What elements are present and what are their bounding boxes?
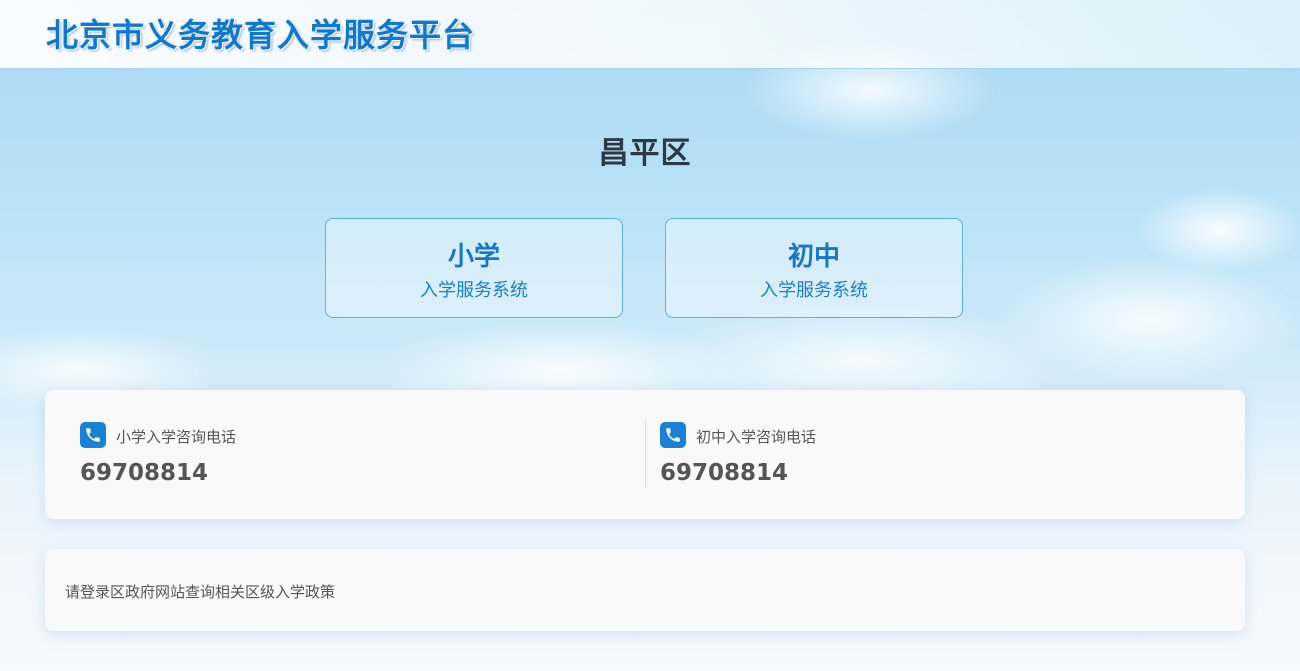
hotline-label: 初中入学咨询电话 [696, 428, 817, 446]
notice-panel: 请登录区政府网站查询相关区级入学政策 [45, 549, 1245, 631]
phone-icon [660, 422, 686, 448]
phone-icon [80, 422, 106, 448]
primary-school-title: 小学 [447, 242, 500, 272]
middle-school-title: 初中 [787, 242, 840, 272]
primary-school-system-button[interactable]: 小学 入学服务系统 [325, 218, 623, 318]
middle-school-system-button[interactable]: 初中 入学服务系统 [665, 218, 963, 318]
platform-title: 北京市义务教育入学服务平台 [46, 16, 476, 54]
divider [645, 420, 646, 488]
middle-school-subtitle: 入学服务系统 [760, 280, 868, 301]
header-bar: 北京市义务教育入学服务平台 [0, 0, 1300, 69]
hotline-number: 69708814 [80, 460, 209, 486]
primary-school-subtitle: 入学服务系统 [420, 280, 528, 301]
hotline-panel: 小学入学咨询电话 69708814 初中入学咨询电话 69708814 [45, 390, 1245, 519]
hotline-label: 小学入学咨询电话 [116, 428, 237, 446]
hotline-number: 69708814 [660, 460, 789, 486]
notice-text: 请登录区政府网站查询相关区级入学政策 [65, 583, 336, 601]
district-title: 昌平区 [598, 136, 692, 171]
